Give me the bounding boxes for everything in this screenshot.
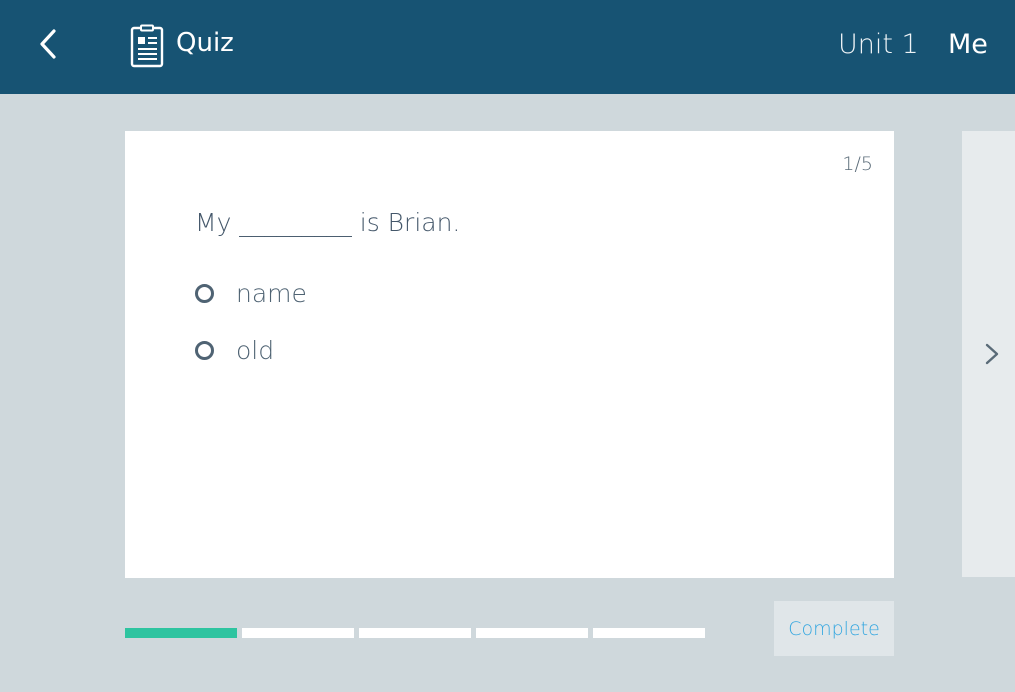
radio-button-icon[interactable] (195, 340, 214, 360)
progress-segment (476, 628, 588, 638)
chevron-right-icon (985, 343, 999, 365)
option-label: old (236, 335, 275, 365)
option-old[interactable]: old (195, 332, 307, 368)
top-bar: Quiz Unit 1 Me (0, 0, 1015, 94)
progress-segment (242, 628, 354, 638)
chevron-left-icon (40, 29, 56, 59)
next-question-button[interactable] (962, 131, 1015, 577)
unit-label: Unit 1 (838, 29, 919, 60)
clipboard-icon (130, 24, 164, 68)
progress-bar (125, 628, 710, 638)
radio-button-icon[interactable] (195, 283, 214, 303)
question-counter: 1/5 (842, 153, 873, 175)
question-card: 1/5 My _________ is Brian. name old (125, 131, 894, 578)
profile-link[interactable]: Me (948, 28, 988, 62)
option-name[interactable]: name (195, 275, 307, 311)
progress-segment (593, 628, 705, 638)
answer-options: name old (195, 275, 307, 389)
progress-segment (359, 628, 471, 638)
complete-button[interactable]: Complete (774, 601, 894, 656)
page-title: Quiz (176, 28, 234, 58)
progress-segment (125, 628, 237, 638)
question-text: My _________ is Brian. (195, 208, 461, 237)
back-button[interactable] (32, 24, 64, 64)
option-label: name (236, 278, 307, 308)
